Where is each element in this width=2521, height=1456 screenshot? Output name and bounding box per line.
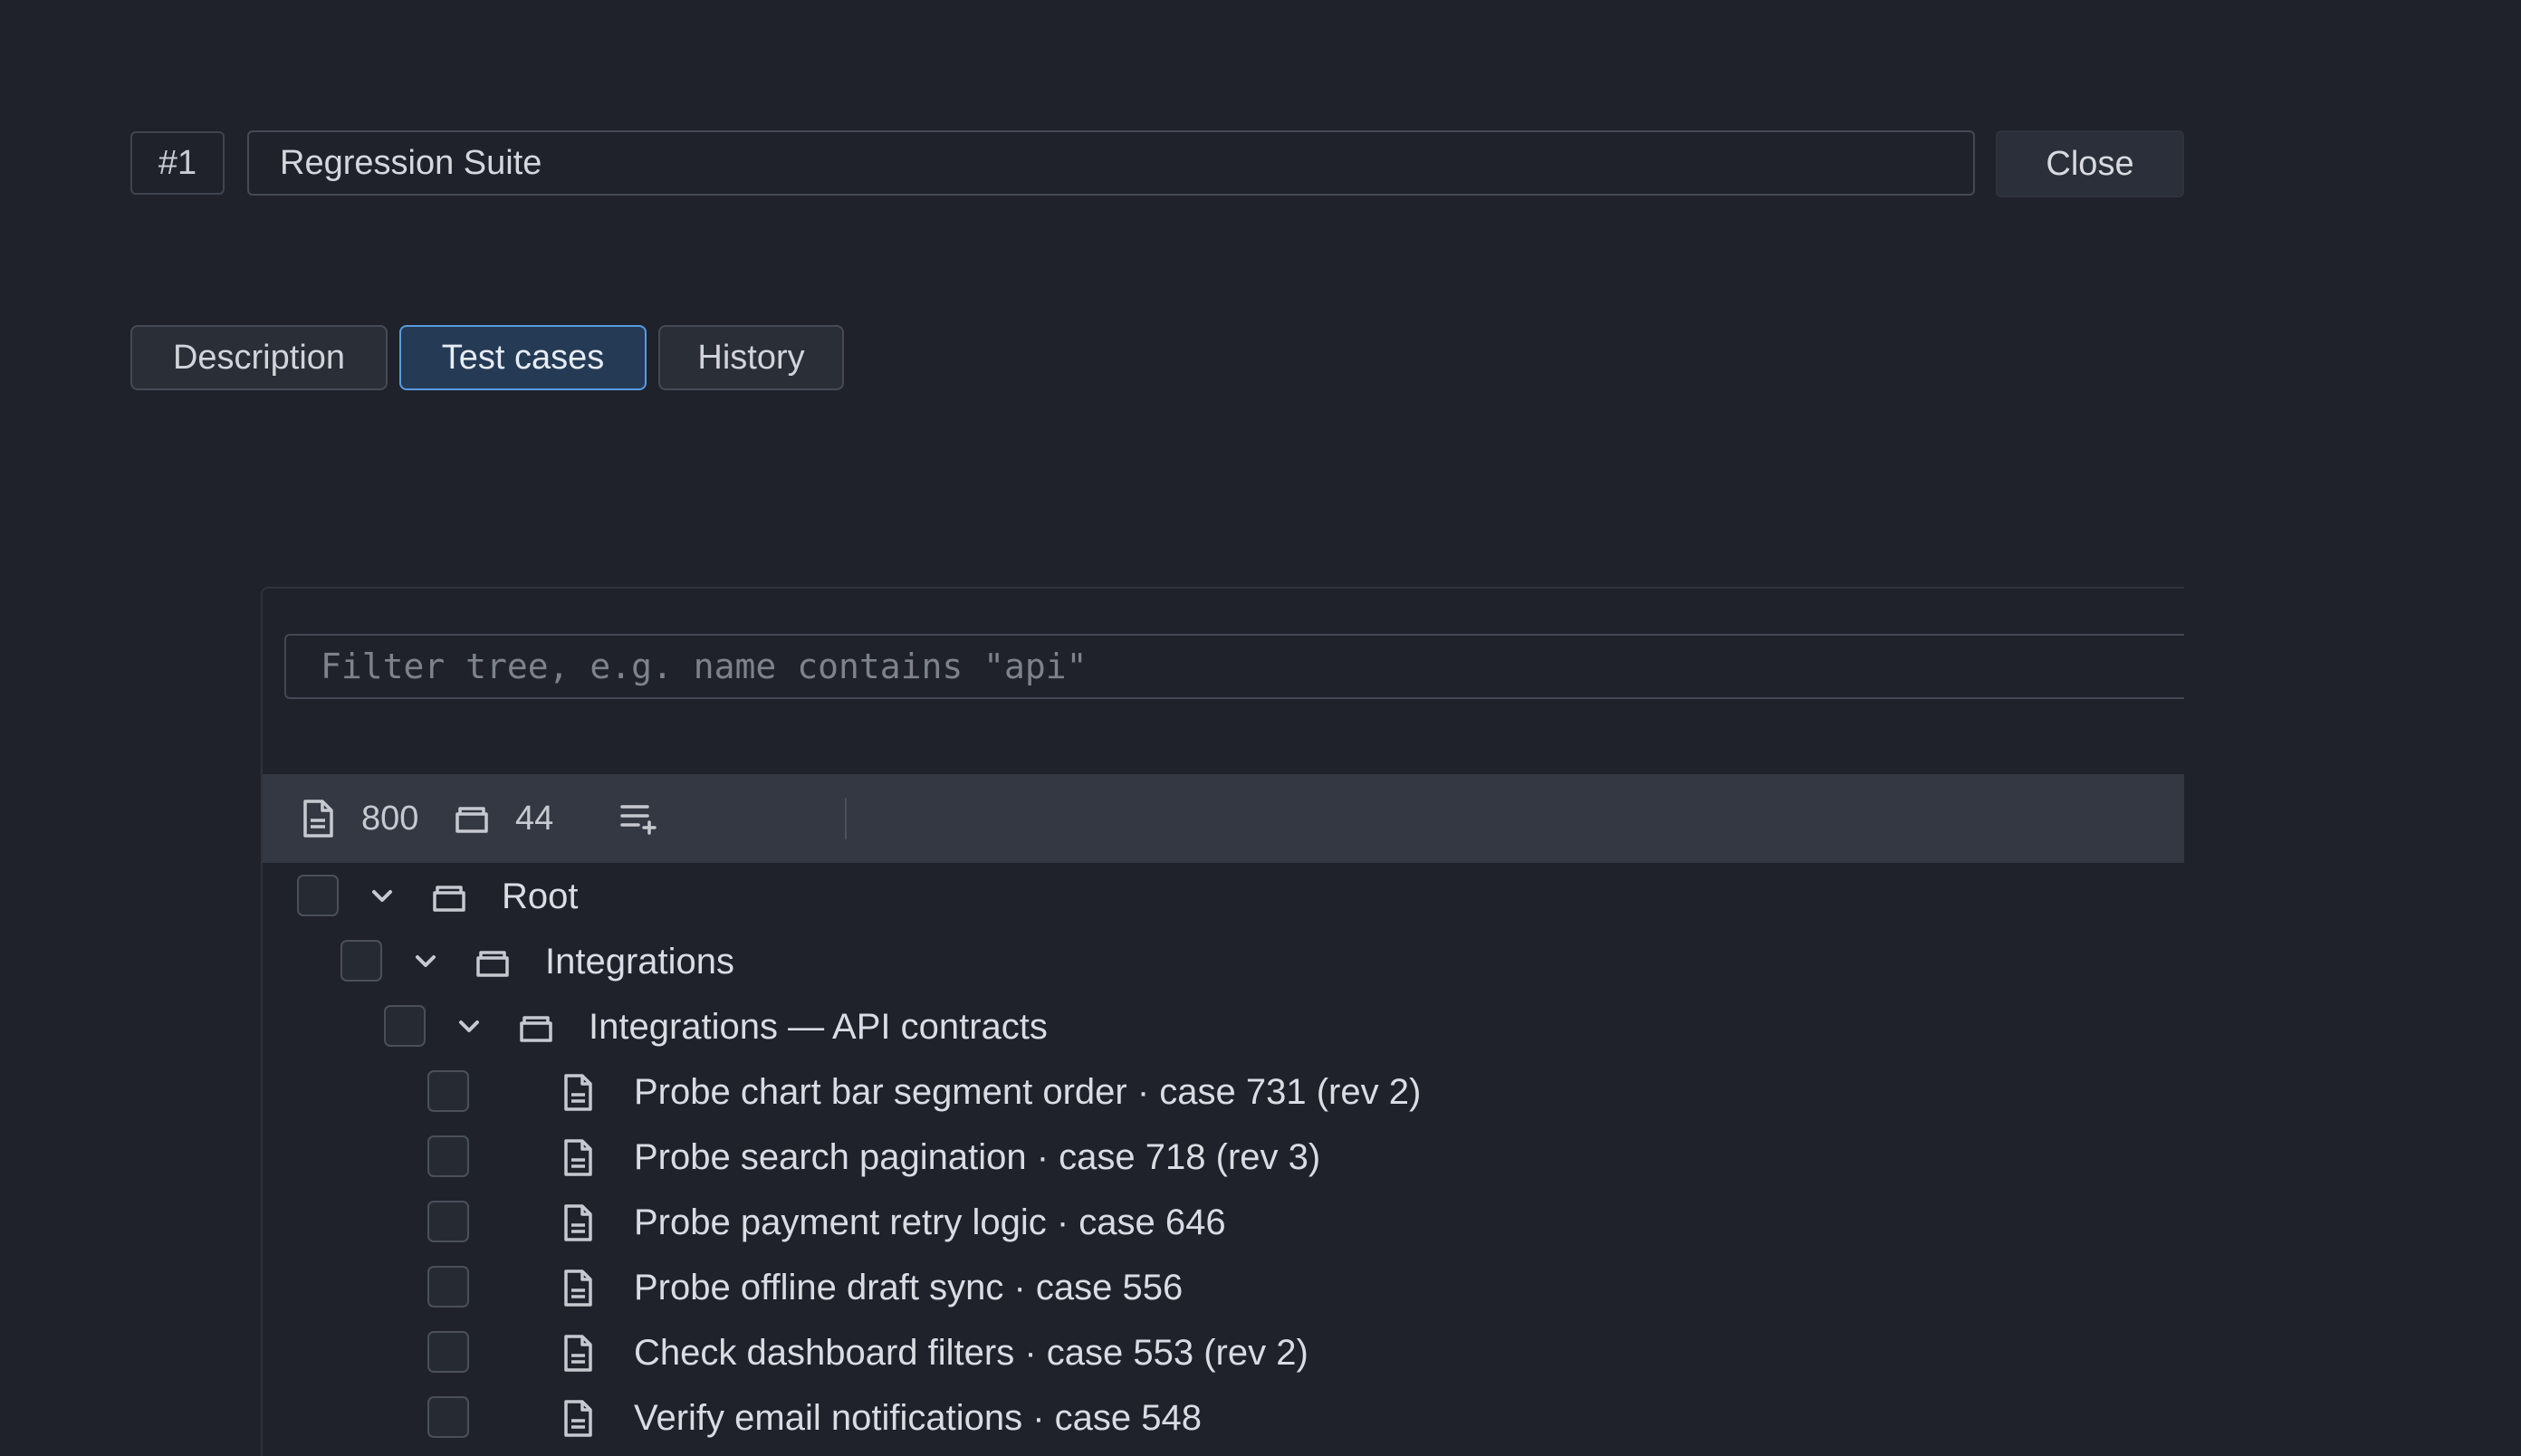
row-checkbox[interactable]: [427, 1266, 469, 1308]
document-icon: [558, 1202, 598, 1242]
row-checkbox[interactable]: [340, 940, 382, 982]
row-checkbox[interactable]: [427, 1135, 469, 1177]
folder-icon: [429, 876, 469, 916]
document-icon: [558, 1398, 598, 1438]
add-list-icon[interactable]: [619, 774, 657, 863]
tree-item-label: Probe payment retry logic · case 646: [634, 1202, 1226, 1242]
document-icon: [558, 1268, 598, 1308]
tab-test-cases[interactable]: Test cases: [399, 325, 647, 390]
case-count: 800: [361, 799, 419, 838]
folder-icon: [516, 1007, 556, 1047]
document-icon: [558, 1072, 598, 1112]
document-icon: [558, 1333, 598, 1373]
tree-folder-row[interactable]: Root: [263, 864, 2184, 929]
tab-history[interactable]: History: [658, 325, 844, 390]
tree-case-row[interactable]: Check dashboard filters · case 553 (rev …: [263, 1320, 2184, 1385]
tree-item-label: Check dashboard filters · case 553 (rev …: [634, 1333, 1308, 1373]
tree-item-label: Probe offline draft sync · case 556: [634, 1268, 1184, 1308]
toolbar-divider: [845, 798, 847, 839]
folder-icon: [455, 774, 489, 863]
tree-item-label: Probe search pagination · case 718 (rev …: [634, 1137, 1321, 1177]
tree-item-label: Verify email notifications · case 548: [634, 1398, 1202, 1438]
row-checkbox[interactable]: [297, 875, 339, 916]
document-icon: [301, 774, 335, 863]
row-checkbox[interactable]: [427, 1331, 469, 1373]
tree-case-row[interactable]: Probe search pagination · case 718 (rev …: [263, 1125, 2184, 1190]
row-checkbox[interactable]: [427, 1201, 469, 1242]
tree-case-row[interactable]: Verify email notifications · case 548: [263, 1385, 2184, 1451]
tree-case-row[interactable]: Probe payment retry logic · case 646: [263, 1190, 2184, 1255]
row-checkbox[interactable]: [427, 1070, 469, 1112]
folder-count: 44: [515, 799, 554, 838]
tree-toolbar: 800 44: [263, 774, 2184, 863]
folder-icon: [473, 942, 513, 982]
row-checkbox[interactable]: [384, 1005, 426, 1047]
tree-filter-input[interactable]: [284, 634, 2184, 699]
tree-case-row[interactable]: Probe offline draft sync · case 556: [263, 1255, 2184, 1320]
tree-case-row[interactable]: Probe chart bar segment order · case 731…: [263, 1059, 2184, 1125]
suite-id-badge: #1: [130, 131, 225, 195]
tree-item-label: Integrations — API contracts: [589, 1007, 1048, 1047]
close-button[interactable]: Close: [1996, 130, 2184, 197]
tree-item-label: Integrations: [545, 942, 735, 982]
tree-item-label: Root: [502, 876, 579, 916]
chevron-down-icon[interactable]: [366, 880, 398, 913]
tree-folder-row[interactable]: Integrations — API contracts: [263, 994, 2184, 1059]
suite-title-input[interactable]: [247, 130, 1975, 196]
tree-item-label: Probe chart bar segment order · case 731…: [634, 1072, 1422, 1112]
tab-description[interactable]: Description: [130, 325, 388, 390]
chevron-down-icon[interactable]: [409, 945, 442, 978]
document-icon: [558, 1137, 598, 1177]
row-checkbox[interactable]: [427, 1396, 469, 1438]
tree-folder-row[interactable]: Integrations: [263, 929, 2184, 994]
chevron-down-icon[interactable]: [453, 1011, 485, 1043]
